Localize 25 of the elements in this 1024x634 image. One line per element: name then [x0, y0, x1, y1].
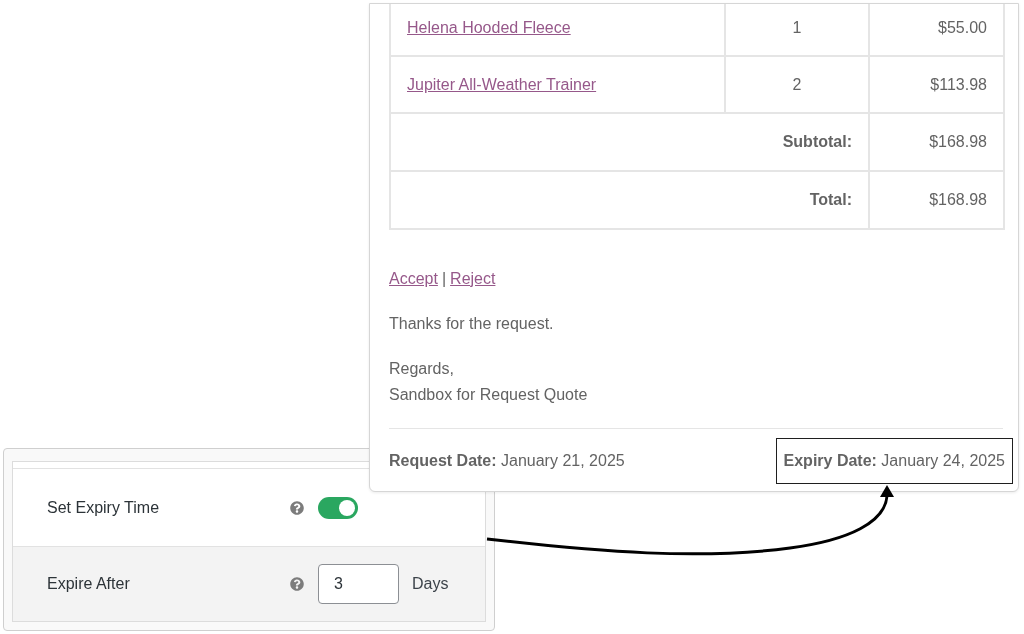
- table-cell: $55.00: [869, 4, 1004, 56]
- table-cell: $168.98: [869, 113, 1004, 171]
- help-icon[interactable]: [290, 577, 304, 591]
- setting-label: Set Expiry Time: [47, 497, 161, 518]
- table-cell: Subtotal:: [390, 113, 869, 171]
- help-icon[interactable]: [290, 500, 304, 515]
- date-text: Request Date: January 21, 2025: [389, 451, 625, 471]
- table-cell: Total:: [390, 171, 869, 229]
- number-input[interactable]: 3: [318, 564, 399, 604]
- unit-label: Days: [412, 574, 449, 594]
- product-link[interactable]: Helena Hooded Fleece: [407, 18, 571, 36]
- signoff-line: Regards,: [389, 359, 454, 379]
- setting-label: Expire After: [47, 574, 131, 594]
- link-separator: |: [441, 269, 447, 289]
- accept-link[interactable]: Accept: [389, 267, 438, 291]
- toggle-switch[interactable]: [318, 496, 358, 519]
- signoff-line: Sandbox for Request Quote: [389, 385, 588, 405]
- reject-link[interactable]: Reject: [450, 267, 496, 291]
- table-cell: $113.98: [869, 56, 1004, 113]
- message-text: Thanks for the request.: [389, 314, 555, 334]
- product-link[interactable]: Jupiter All-Weather Trainer: [407, 75, 597, 93]
- date-text: Expiry Date: January 24, 2025: [783, 452, 1005, 469]
- table-cell: 2: [725, 56, 869, 113]
- table-cell: $168.98: [869, 171, 1004, 229]
- table-cell: 1: [725, 4, 869, 56]
